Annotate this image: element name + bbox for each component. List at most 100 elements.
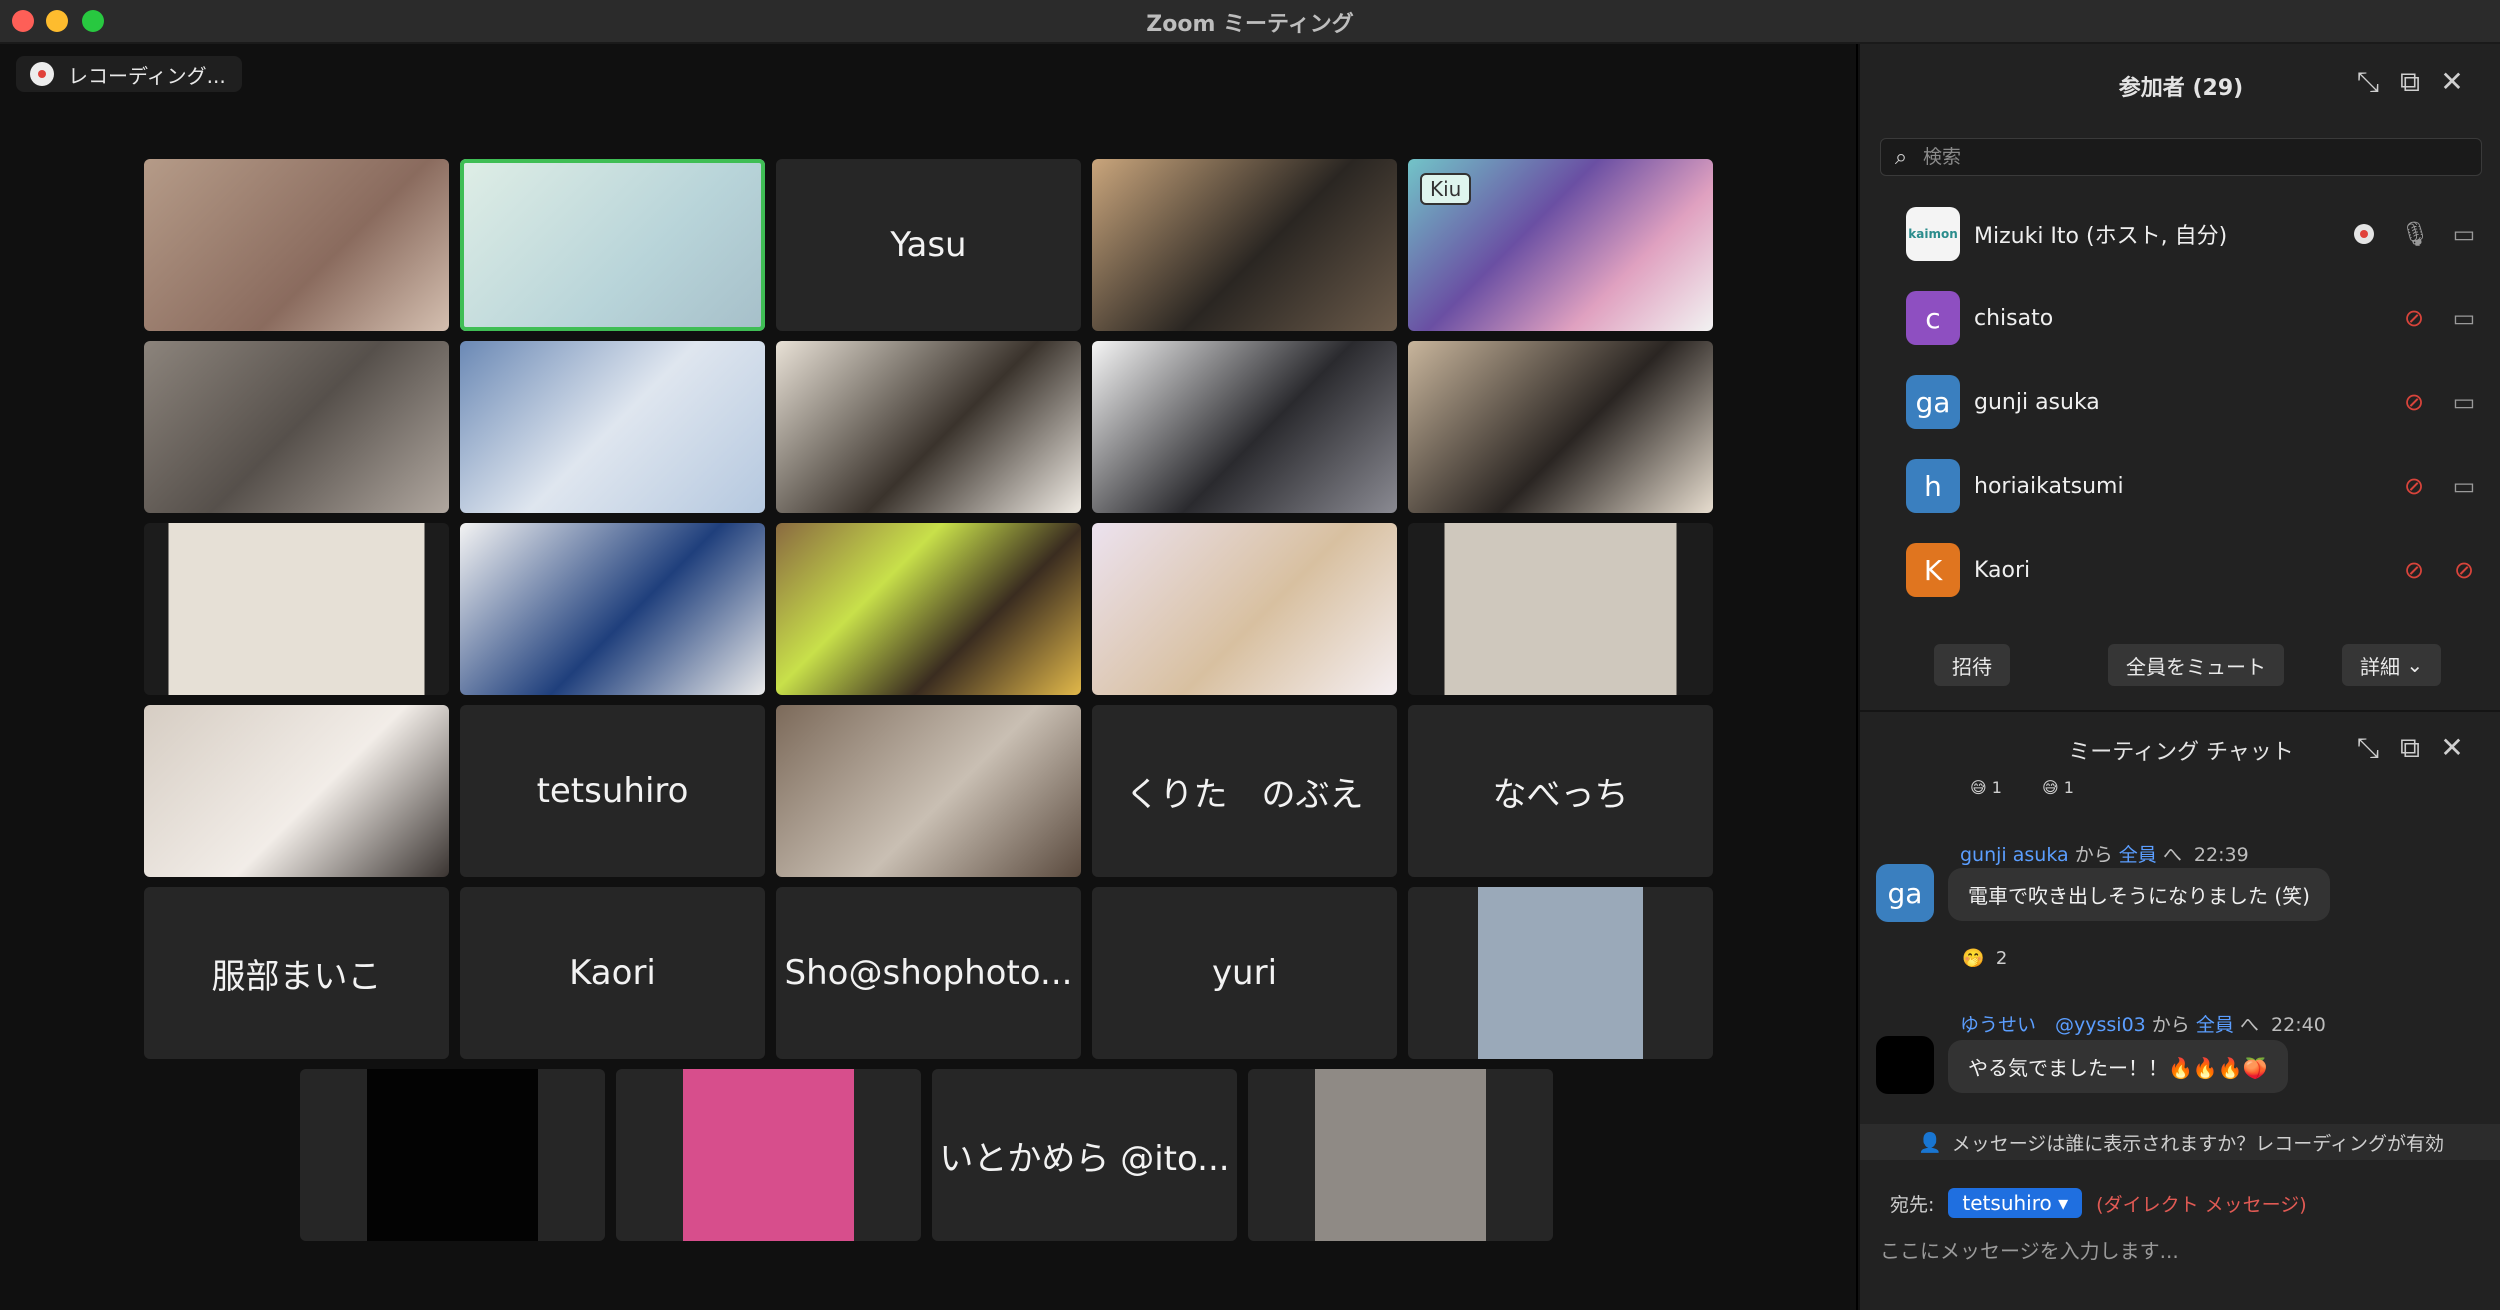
participant-list: kaimon Mizuki Ito (ホスト, 自分) 🎙 ▭ c chisat… (1860, 192, 2500, 612)
kiu-logo: Kiu (1420, 173, 1472, 205)
message-bubble[interactable]: 電車で吹き出しそうになりました (笑) (1948, 868, 2330, 921)
participant-name: Sho@shophoto... (784, 953, 1073, 993)
video-gallery: レコーディング... Yasu Kiu tetsuhiro くりた のぶえ なべ… (0, 44, 1856, 1310)
participant-row[interactable]: kaimon Mizuki Ito (ホスト, 自分) 🎙 ▭ (1860, 192, 2500, 276)
video-tile[interactable] (1092, 341, 1397, 513)
participant-name: chisato (1974, 305, 2054, 331)
name-tile[interactable]: Kaori (460, 887, 765, 1059)
reaction[interactable]: 😅 1 (1970, 778, 2002, 797)
participant-name: Yasu (890, 225, 967, 265)
participants-header: 参加者 (29) ⤡ ⧉ ✕ (1860, 44, 2500, 124)
message-input[interactable] (1878, 1230, 2482, 1272)
profile-photo-tile[interactable] (616, 1069, 921, 1241)
name-tile[interactable]: Sho@shophoto... (776, 887, 1081, 1059)
pop-out-icon[interactable]: ⧉ (2394, 732, 2426, 764)
participant-name: なべっち (1492, 774, 1629, 815)
name-tile[interactable]: くりた のぶえ (1092, 705, 1397, 877)
profile-photo-tile[interactable] (1408, 887, 1713, 1059)
video-camera-icon[interactable]: ▭ (2450, 304, 2478, 332)
more-button[interactable]: 詳細 ⌄ (2342, 644, 2442, 686)
microphone-icon[interactable]: 🎙 (2400, 220, 2430, 248)
video-camera-icon[interactable]: ▭ (2450, 220, 2478, 248)
video-tile[interactable] (776, 705, 1081, 877)
recipient[interactable]: 全員 (2119, 844, 2157, 866)
name-tile[interactable]: なべっち (1408, 705, 1713, 877)
video-tile[interactable] (776, 523, 1081, 695)
video-tile[interactable] (460, 341, 765, 513)
video-camera-icon[interactable]: ▭ (2450, 472, 2478, 500)
video-tile[interactable] (144, 705, 449, 877)
video-tile[interactable] (1092, 159, 1397, 331)
video-off-icon[interactable]: ⊘ (2450, 556, 2478, 584)
name-tile[interactable]: いとかめら @ito... (932, 1069, 1237, 1241)
reaction[interactable]: 🤭 2 (1962, 948, 2007, 969)
video-tile[interactable]: Kiu (1408, 159, 1713, 331)
video-tile[interactable] (1408, 341, 1713, 513)
avatar: ga (1906, 375, 1960, 429)
recording-indicator[interactable]: レコーディング... (16, 56, 242, 92)
title-bar: Zoom ミーティング (0, 0, 2500, 44)
close-icon[interactable]: ✕ (2436, 66, 2468, 98)
message-reactions: 😅 1 😅 1 (1970, 778, 2074, 797)
participant-search[interactable]: ⌕ (1880, 138, 2482, 176)
name-tile[interactable]: 服部まいこ (144, 887, 449, 1059)
microphone-muted-icon[interactable]: ⊘ (2400, 388, 2428, 416)
microphone-muted-icon[interactable]: ⊘ (2400, 556, 2428, 584)
participant-row[interactable]: c chisato ⊘ ▭ (1860, 276, 2500, 360)
to-label: 宛先: (1890, 1193, 1935, 1216)
compose-recipient: 宛先: tetsuhiro ▾ (ダイレクト メッセージ) (1890, 1188, 2307, 1218)
participant-name: yuri (1211, 953, 1278, 993)
participant-name: tetsuhiro (536, 771, 689, 811)
video-tile[interactable] (144, 341, 449, 513)
participant-name: Mizuki Ito (ホスト, 自分) (1974, 224, 2228, 249)
video-tile[interactable] (1408, 523, 1713, 695)
name-tile[interactable]: yuri (1092, 887, 1397, 1059)
message-bubble[interactable]: やる気でましたー！！🔥🔥🔥🍑 (1948, 1040, 2288, 1093)
chevron-down-icon: ▾ (2058, 1191, 2069, 1215)
sender-name[interactable]: ゆうせい @yyssi03 (1960, 1014, 2146, 1036)
invite-button[interactable]: 招待 (1934, 644, 2010, 686)
search-input[interactable] (1921, 145, 2481, 169)
participant-row[interactable]: h horiaikatsumi ⊘ ▭ (1860, 444, 2500, 528)
participant-actions: 招待 全員をミュート 詳細 ⌄ (1860, 644, 2500, 688)
participant-name: くりた のぶえ (1125, 774, 1364, 815)
video-tile[interactable] (144, 159, 449, 331)
video-tile[interactable] (1092, 523, 1397, 695)
participant-row[interactable]: ga gunji asuka ⊘ ▭ (1860, 360, 2500, 444)
avatar (1876, 1036, 1934, 1094)
avatar: ga (1876, 864, 1934, 922)
mute-all-button[interactable]: 全員をミュート (2108, 644, 2284, 686)
recording-icon (2354, 224, 2374, 244)
person-icon: 👤 (1918, 1131, 1942, 1154)
recording-label: レコーディング... (68, 63, 226, 88)
collapse-icon[interactable]: ⤡ (2352, 732, 2384, 764)
video-tile[interactable] (776, 341, 1081, 513)
name-tile[interactable]: tetsuhiro (460, 705, 765, 877)
participant-row[interactable]: K Kaori ⊘ ⊘ (1860, 528, 2500, 612)
profile-photo-tile[interactable] (300, 1069, 605, 1241)
pop-out-icon[interactable]: ⧉ (2394, 66, 2426, 98)
collapse-icon[interactable]: ⤡ (2352, 66, 2384, 98)
participant-name: いとかめら @ito... (939, 1138, 1230, 1179)
video-tile[interactable] (460, 523, 765, 695)
microphone-muted-icon[interactable]: ⊘ (2400, 472, 2428, 500)
chat-visibility-notice[interactable]: 👤 メッセージは誰に表示されますか？レコーディングが有効 (1860, 1124, 2500, 1160)
participant-name: gunji asuka (1974, 389, 2100, 415)
video-camera-icon[interactable]: ▭ (2450, 388, 2478, 416)
chevron-down-icon: ⌄ (2400, 653, 2424, 677)
recipient-dropdown[interactable]: tetsuhiro ▾ (1948, 1188, 2083, 1218)
participant-name: 服部まいこ (211, 956, 382, 997)
video-tile-active-speaker[interactable] (460, 159, 765, 331)
reaction[interactable]: 😅 1 (2042, 778, 2074, 797)
recipient[interactable]: 全員 (2196, 1014, 2234, 1036)
direct-message-note: (ダイレクト メッセージ) (2096, 1193, 2307, 1216)
microphone-muted-icon[interactable]: ⊘ (2400, 304, 2428, 332)
close-icon[interactable]: ✕ (2436, 732, 2468, 764)
participant-name: Kaori (569, 953, 656, 993)
profile-photo-tile[interactable] (1248, 1069, 1553, 1241)
sender-name[interactable]: gunji asuka (1960, 844, 2069, 866)
name-tile[interactable]: Yasu (776, 159, 1081, 331)
search-icon: ⌕ (1894, 144, 1908, 170)
participant-name: horiaikatsumi (1974, 473, 2124, 499)
video-tile[interactable] (144, 523, 449, 695)
